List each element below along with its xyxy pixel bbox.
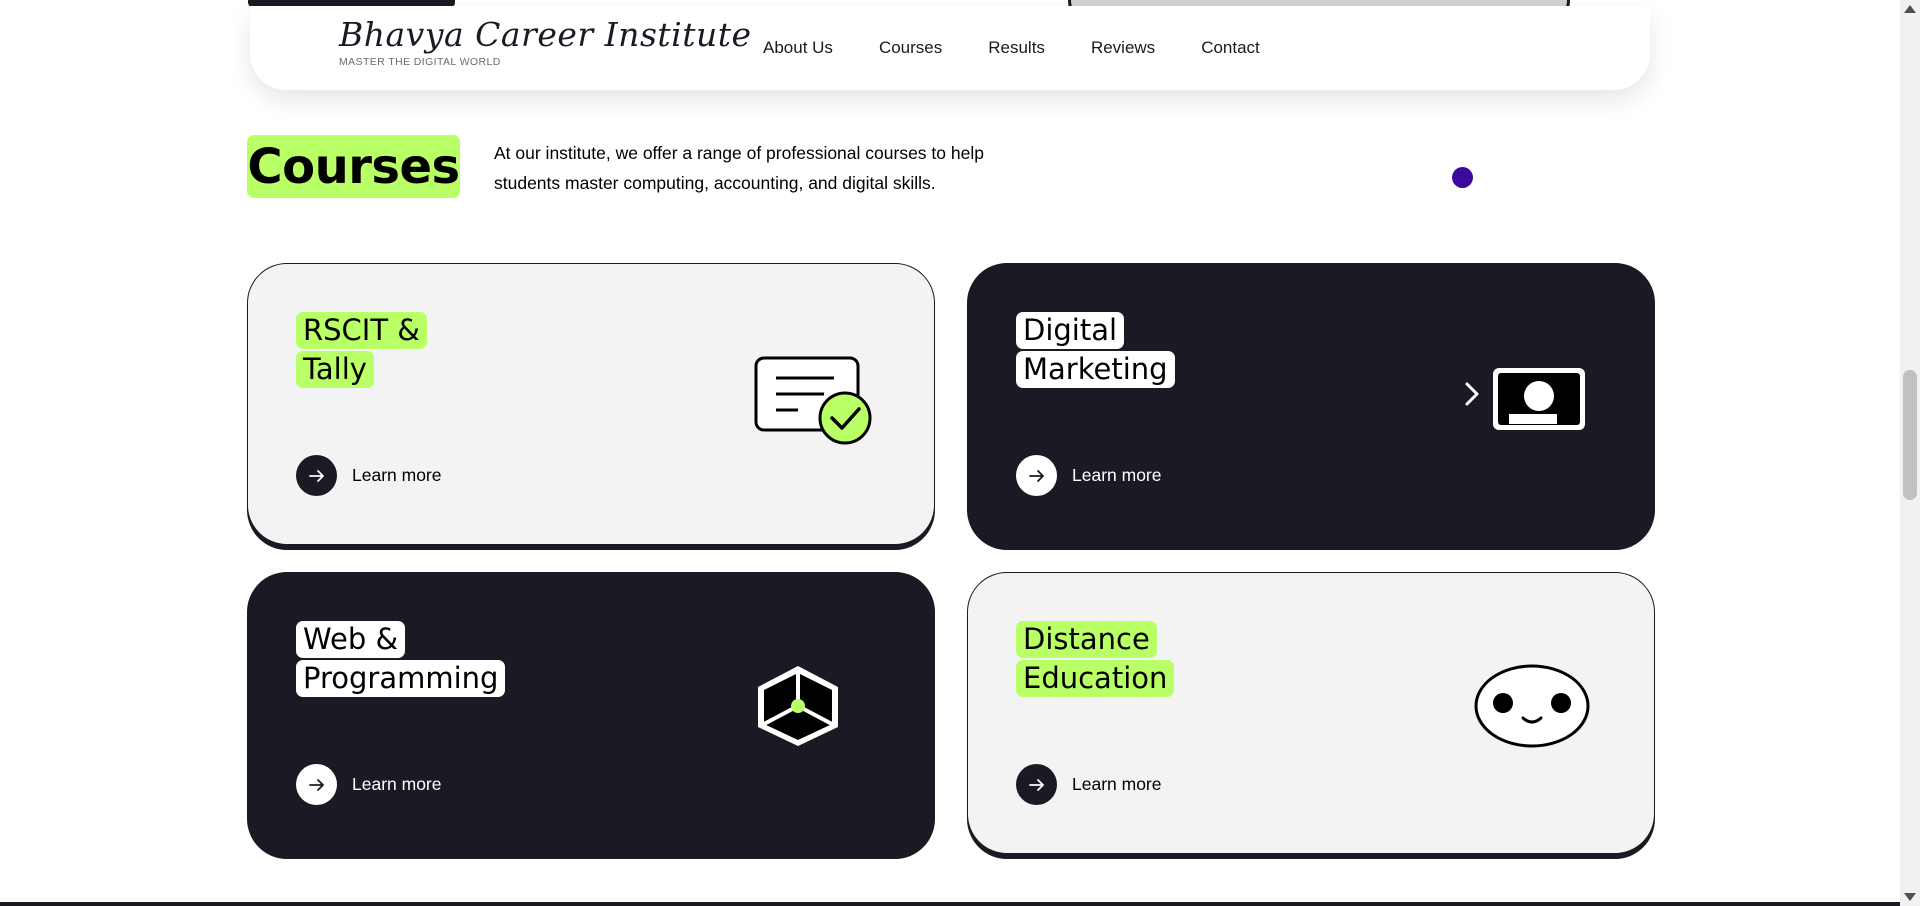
card-heading: RSCIT & Tally: [296, 312, 427, 390]
navbar: Bhavya Career Institute MASTER THE DIGIT…: [250, 6, 1650, 90]
learn-more-label: Learn more: [1072, 774, 1162, 794]
nav-link-courses[interactable]: Courses: [879, 38, 942, 58]
certificate-check-icon: [754, 356, 876, 453]
arrow-right-icon: [296, 764, 337, 805]
cube-icon: [754, 663, 842, 754]
card-heading-line: Programming: [296, 660, 506, 697]
nav-link-about-us[interactable]: About Us: [763, 38, 833, 58]
section-description: At our institute, we offer a range of pr…: [494, 143, 984, 193]
scrollbar[interactable]: [1900, 0, 1920, 906]
arrow-right-icon: [1016, 455, 1057, 496]
card-heading-line: Marketing: [1016, 351, 1175, 388]
floating-dot: [1452, 167, 1473, 188]
arrow-right-icon: [296, 455, 337, 496]
nav-link-contact[interactable]: Contact: [1201, 38, 1260, 58]
learn-more-label: Learn more: [352, 465, 442, 485]
nav-links: About Us Courses Results Reviews Contact: [763, 38, 1306, 58]
scrollbar-thumb[interactable]: [1903, 370, 1917, 500]
card-heading-line: Distance: [1016, 621, 1157, 658]
section-title: Courses: [247, 135, 460, 198]
card-heading-line: RSCIT &: [296, 312, 427, 349]
arrow-right-icon: [1016, 764, 1057, 805]
course-card-digital-marketing: Digital Marketing Learn more: [967, 263, 1655, 545]
learn-more-link[interactable]: Learn more: [1016, 455, 1162, 496]
logo-tagline: MASTER THE DIGITAL WORLD: [339, 56, 501, 68]
presentation-screen-icon: [1463, 364, 1591, 439]
course-card-distance-education: Distance Education Learn more: [967, 572, 1655, 854]
learn-more-link[interactable]: Learn more: [1016, 764, 1162, 805]
scroll-down-arrow-icon[interactable]: [1904, 893, 1916, 901]
card-heading: Digital Marketing: [1016, 312, 1175, 390]
card-heading: Web & Programming: [296, 621, 506, 699]
card-heading-line: Tally: [296, 351, 374, 388]
learn-more-link[interactable]: Learn more: [296, 764, 442, 805]
learn-more-link[interactable]: Learn more: [296, 455, 442, 496]
course-card-web-programming: Web & Programming Learn more: [247, 572, 935, 854]
course-card-rscit-tally: RSCIT & Tally Learn more: [247, 263, 935, 545]
footer-edge: [0, 902, 1900, 906]
learn-more-label: Learn more: [1072, 465, 1162, 485]
smiley-face-icon: [1473, 663, 1591, 754]
scroll-up-arrow-icon[interactable]: [1904, 5, 1916, 13]
nav-link-results[interactable]: Results: [988, 38, 1045, 58]
card-heading-line: Education: [1016, 660, 1175, 697]
logo[interactable]: Bhavya Career Institute MASTER THE DIGIT…: [339, 18, 752, 68]
logo-title: Bhavya Career Institute: [339, 15, 752, 54]
nav-link-reviews[interactable]: Reviews: [1091, 38, 1155, 58]
learn-more-label: Learn more: [352, 774, 442, 794]
card-heading-line: Web &: [296, 621, 406, 658]
card-heading: Distance Education: [1016, 621, 1175, 699]
card-heading-line: Digital: [1016, 312, 1125, 349]
